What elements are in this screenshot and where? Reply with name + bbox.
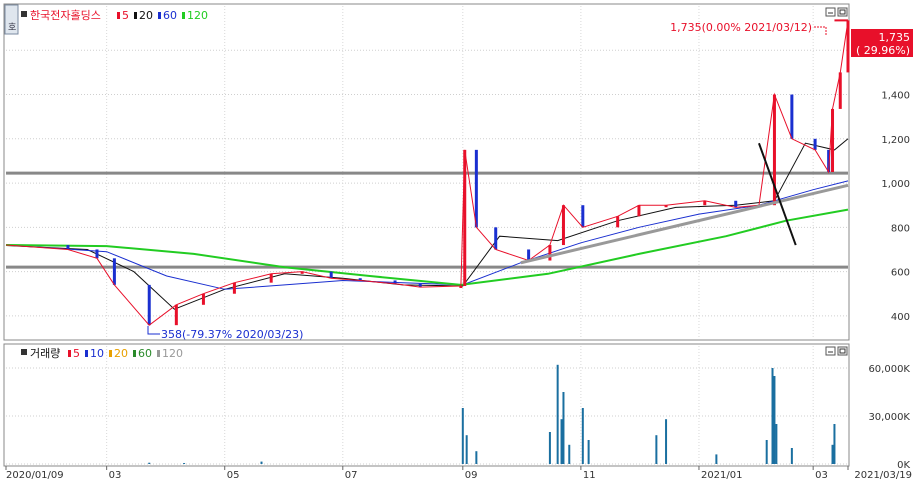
price-candle bbox=[147, 284, 151, 326]
volume-legend-label: 60 bbox=[138, 347, 152, 360]
volume-bar bbox=[560, 419, 563, 464]
volume-bar bbox=[556, 364, 559, 464]
price-candle bbox=[174, 304, 178, 326]
ma-legend-swatch bbox=[117, 12, 120, 19]
volume-bar bbox=[833, 424, 836, 464]
volume-bar bbox=[715, 454, 718, 464]
price-tick-label: 1,200 bbox=[881, 135, 910, 146]
volume-bar bbox=[790, 448, 793, 464]
price-candle bbox=[581, 205, 585, 228]
volume-label: 거래량 bbox=[30, 347, 60, 360]
x-tick-label: 2021/03/19 bbox=[854, 470, 912, 481]
price-tick-label: 800 bbox=[891, 223, 910, 234]
volume-bar bbox=[148, 462, 151, 464]
ma-legend-label: 5 bbox=[122, 9, 129, 22]
volume-bar bbox=[765, 440, 768, 464]
ma-legend-swatch bbox=[158, 12, 161, 19]
ma-legend-label: 60 bbox=[163, 9, 177, 22]
x-tick-label: 2021/01 bbox=[701, 470, 743, 481]
volume-legend-label: 10 bbox=[90, 347, 104, 360]
price-candle bbox=[66, 245, 70, 250]
volume-bar bbox=[773, 376, 776, 464]
price-candle bbox=[734, 200, 738, 208]
price-candle bbox=[112, 258, 116, 285]
x-tick-label: 07 bbox=[345, 470, 358, 481]
volume-bar bbox=[587, 440, 590, 464]
volume-bar bbox=[548, 432, 551, 464]
volume-bar bbox=[461, 408, 464, 464]
x-tick-label: 11 bbox=[583, 470, 596, 481]
volume-legend-label: 120 bbox=[162, 347, 183, 360]
volume-bar bbox=[562, 392, 565, 464]
volume-bar bbox=[465, 435, 468, 464]
minimize-button[interactable] bbox=[825, 7, 836, 17]
last-price-value: 1,735 bbox=[879, 31, 911, 44]
volume-bar bbox=[183, 463, 186, 464]
price-candle bbox=[232, 282, 236, 294]
last-price-change: ( 29.96%) bbox=[856, 44, 910, 57]
volume-legend-label: 5 bbox=[73, 347, 80, 360]
ma-legend-label: 120 bbox=[187, 9, 208, 22]
volume-maximize-button[interactable] bbox=[837, 346, 848, 356]
price-candle bbox=[269, 273, 273, 283]
x-tick-label: 03 bbox=[815, 470, 828, 481]
stock-chart: 1,6001,4001,2001,00080060040060,000K30,0… bbox=[0, 0, 914, 482]
volume-bar bbox=[581, 408, 584, 464]
price-candle bbox=[548, 245, 552, 261]
volume-bar bbox=[260, 461, 263, 464]
high-annotation: 1,735(0.00% 2021/03/12) bbox=[670, 21, 812, 34]
volume-legend-swatch bbox=[85, 350, 88, 357]
price-candle bbox=[329, 271, 333, 279]
price-candle bbox=[201, 293, 205, 305]
x-tick-label: 05 bbox=[227, 470, 240, 481]
ma-legend-swatch bbox=[182, 12, 185, 19]
maximize-button[interactable] bbox=[837, 7, 848, 17]
volume-legend-label: 20 bbox=[114, 347, 128, 360]
stock-name-label: 한국전자홀딩스 bbox=[30, 9, 101, 22]
ma-legend-swatch bbox=[134, 12, 137, 19]
volume-tick-label: 30,000K bbox=[868, 412, 910, 423]
price-candle bbox=[813, 138, 817, 150]
panel-toggle-icon: 호 bbox=[8, 22, 16, 33]
volume-bar bbox=[831, 444, 834, 464]
price-candle bbox=[474, 149, 478, 228]
volume-bar bbox=[775, 424, 778, 464]
volume-legend-swatch bbox=[133, 350, 136, 357]
price-candle bbox=[527, 249, 531, 261]
price-candle bbox=[95, 249, 99, 259]
volume-legend-swatch bbox=[68, 350, 71, 357]
price-tick-label: 600 bbox=[891, 268, 910, 279]
ma-legend-label: 20 bbox=[139, 9, 153, 22]
volume-legend-swatch bbox=[157, 350, 160, 357]
low-annotation: 358(-79.37% 2020/03/23) bbox=[161, 328, 303, 341]
price-candle bbox=[616, 216, 620, 228]
x-tick-label: 03 bbox=[109, 470, 122, 481]
volume-tick-label: 60,000K bbox=[868, 364, 910, 375]
x-tick-label: 09 bbox=[465, 470, 478, 481]
price-tick-label: 400 bbox=[891, 312, 910, 323]
price-candle bbox=[637, 205, 641, 217]
volume-bar bbox=[475, 451, 478, 464]
volume-bar bbox=[568, 444, 571, 464]
volume-minimize-button[interactable] bbox=[825, 346, 836, 356]
price-candle bbox=[561, 205, 565, 246]
volume-legend-swatch bbox=[109, 350, 112, 357]
volume-bar bbox=[665, 419, 668, 464]
volume-panel bbox=[3, 343, 850, 467]
price-tick-label: 1,000 bbox=[881, 179, 910, 190]
price-tick-label: 1,400 bbox=[881, 91, 910, 102]
volume-bar bbox=[655, 435, 658, 464]
price-candle bbox=[494, 227, 498, 250]
volume-legend-marker bbox=[21, 349, 27, 355]
price-candle bbox=[790, 94, 794, 139]
x-tick-label: 2020/01/09 bbox=[6, 470, 64, 481]
price-legend-marker bbox=[21, 11, 27, 17]
volume-bar bbox=[771, 368, 774, 464]
